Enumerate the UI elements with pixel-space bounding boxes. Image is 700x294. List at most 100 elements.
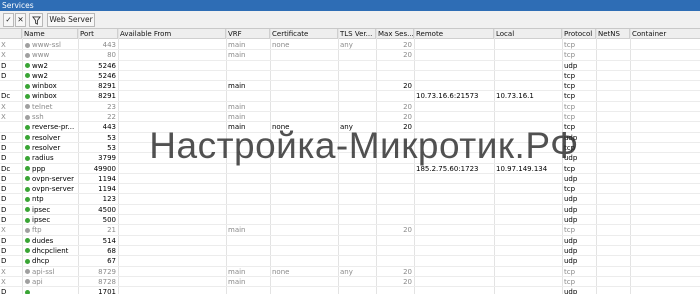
disable-button[interactable]: ✕ [15, 13, 26, 27]
netns-cell [598, 102, 630, 112]
status-dot-icon [25, 73, 30, 79]
max-sessions-cell [376, 194, 414, 204]
table-row[interactable]: Dovpn-server 1194 udp [0, 174, 700, 185]
max-sessions-cell [376, 205, 414, 215]
column-header-protocol[interactable]: Protocol [562, 29, 596, 39]
table-row[interactable]: Dww2 5246 udp [0, 61, 700, 71]
column-header-certificate[interactable]: Certificate [270, 29, 338, 39]
netns-cell [598, 184, 630, 194]
netns-cell [598, 50, 630, 60]
flag-cell [1, 122, 21, 132]
netns-cell [598, 225, 630, 235]
table-row[interactable]: Dipsec 500 udp [0, 215, 700, 226]
column-header-netns[interactable]: NetNS [596, 29, 630, 39]
table-row[interactable]: Xftp 21 main 20 tcp [0, 225, 700, 236]
container-cell [632, 246, 700, 256]
certificate-cell [272, 61, 338, 71]
status-dot-icon [25, 289, 30, 294]
column-header-max-sessions[interactable]: Max Ses... [376, 29, 414, 39]
column-header-flags[interactable] [0, 29, 22, 39]
available-from-cell [120, 50, 224, 60]
remote-cell [416, 71, 494, 81]
available-from-cell [120, 287, 224, 294]
certificate-cell [272, 225, 338, 235]
table-row[interactable]: Xssh 22 main 20 tcp [0, 112, 700, 123]
table-row[interactable]: Dntp 123 udp [0, 194, 700, 205]
certificate-cell [272, 174, 338, 184]
container-cell [632, 194, 700, 204]
table-row[interactable]: Ddhcp 67 udp [0, 256, 700, 267]
container-cell [632, 122, 700, 132]
container-cell [632, 164, 700, 174]
certificate-cell [272, 287, 338, 294]
status-dot-icon [25, 279, 30, 285]
remote-cell [416, 112, 494, 122]
table-row[interactable]: Dipsec 4500 udp [0, 205, 700, 216]
port-cell: 67 [107, 257, 116, 266]
column-header-tls-version[interactable]: TLS Ver... [338, 29, 376, 39]
check-icon: ✓ [5, 15, 12, 24]
column-header-vrf[interactable]: VRF [226, 29, 270, 39]
column-header-container[interactable]: Container [630, 29, 700, 39]
flag-cell: Dc [1, 164, 11, 173]
vrf-cell: main [228, 267, 246, 276]
table-row[interactable]: Ddudes 514 udp [0, 236, 700, 246]
available-from-cell [120, 91, 224, 101]
column-header-remote[interactable]: Remote [414, 29, 494, 39]
name-cell: ppp [32, 164, 46, 173]
tls-version-cell [340, 112, 376, 122]
web-server-label: Web Server [49, 15, 93, 24]
table-row[interactable]: Dovpn-server 1194 tcp [0, 184, 700, 195]
container-cell [632, 184, 700, 194]
protocol-cell: tcp [564, 277, 576, 286]
column-header-port[interactable]: Port [78, 29, 118, 39]
available-from-cell [120, 40, 224, 50]
status-dot-icon [25, 196, 30, 202]
name-cell: winbox [32, 92, 57, 101]
enable-button[interactable]: ✓ [3, 13, 14, 27]
certificate-cell: none [272, 267, 290, 276]
container-cell [632, 225, 700, 235]
certificate-cell [272, 236, 338, 246]
vrf-cell: main [228, 226, 246, 235]
protocol-cell: udp [564, 205, 578, 214]
table-row[interactable]: winbox 8291 main 20 tcp [0, 81, 700, 92]
table-row[interactable]: Dc winbox 8291 10.73.16.6:21573 10.73.16.1 tc… [0, 91, 700, 102]
table-row[interactable]: Xwww-ssl 443 main none any 20 tcp [0, 40, 700, 51]
name-cell: api [32, 277, 43, 286]
status-dot-icon [25, 104, 30, 110]
web-server-button[interactable]: Web Server [47, 13, 95, 27]
netns-cell [598, 40, 630, 50]
filter-button[interactable] [29, 13, 43, 27]
table-row[interactable]: Dww2 5246 tcp [0, 71, 700, 82]
certificate-cell [272, 91, 338, 101]
certificate-cell [272, 50, 338, 60]
column-header-local[interactable]: Local [494, 29, 562, 39]
local-cell [496, 246, 562, 256]
table-row[interactable]: Xtelnet 23 main 20 tcp [0, 102, 700, 113]
local-cell [496, 205, 562, 215]
tls-version-cell [340, 50, 376, 60]
container-cell [632, 174, 700, 184]
max-sessions-cell: 20 [403, 267, 412, 276]
port-cell: 3799 [98, 154, 116, 163]
local-cell: 10.73.16.1 [496, 92, 534, 101]
table-row[interactable]: D 1701 udp [0, 287, 700, 294]
column-header-available-from[interactable]: Available From [118, 29, 226, 39]
column-header-name[interactable]: Name [22, 29, 78, 39]
local-cell [496, 184, 562, 194]
flag-cell: D [1, 205, 7, 214]
vrf-cell [228, 61, 270, 71]
netns-cell [598, 287, 630, 294]
port-cell: 443 [102, 41, 116, 49]
container-cell [632, 287, 700, 294]
table-row[interactable]: Xwww 80 main 20 tcp [0, 50, 700, 61]
table-row[interactable]: Xapi 8728 main 20 tcp [0, 277, 700, 288]
table-row[interactable]: Xapi-ssl 8729 main none any 20 tcp [0, 267, 700, 277]
flag-cell: Dc [1, 92, 11, 101]
port-cell: 5246 [98, 71, 116, 80]
flag-cell: D [1, 195, 7, 204]
table-row[interactable]: Ddhcpclient 68 udp [0, 246, 700, 257]
protocol-cell: udp [564, 246, 578, 255]
port-cell: 49900 [93, 164, 116, 173]
